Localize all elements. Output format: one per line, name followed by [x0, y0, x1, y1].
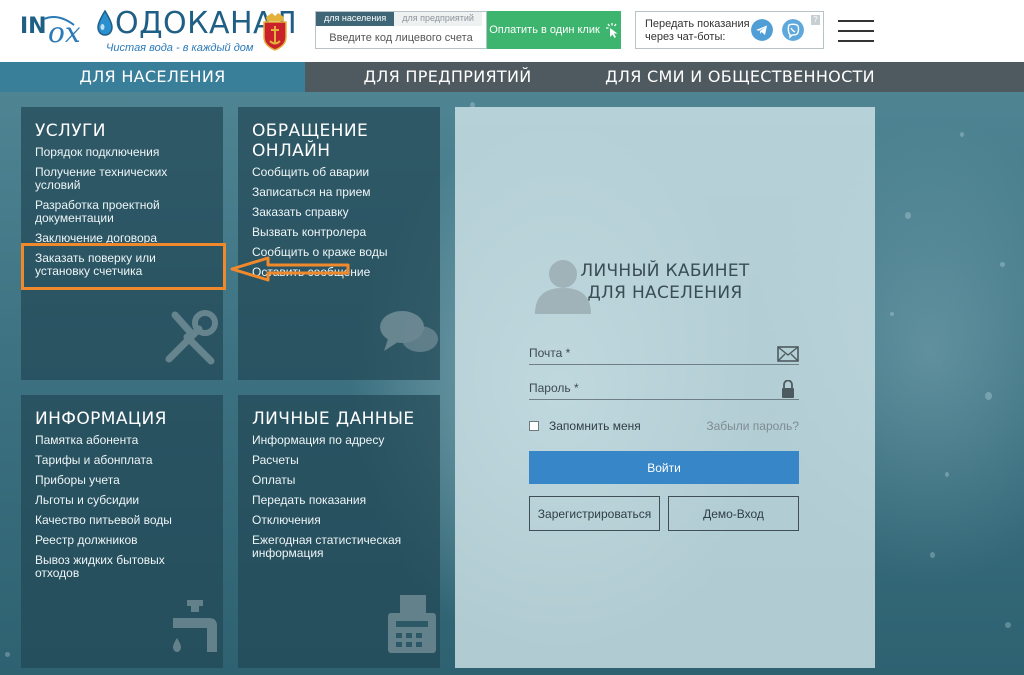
- water-drop-icon: [97, 10, 113, 36]
- chat-bots-text: Передать показания через чат-боты:: [645, 18, 750, 43]
- online-item[interactable]: Вызвать контролера: [252, 226, 426, 239]
- info-item[interactable]: Тарифы и абонплата: [35, 454, 209, 467]
- arrow-left-icon: [230, 256, 350, 282]
- services-item[interactable]: Разработка проектной документации: [35, 199, 209, 225]
- personal-title: ЛИЧНЫЕ ДАННЫЕ: [252, 409, 415, 429]
- login-title-line2: ДЛЯ НАСЕЛЕНИЯ: [587, 283, 743, 303]
- online-title: ОБРАЩЕНИЕ ОНЛАЙН: [252, 121, 369, 161]
- remember-checkbox[interactable]: [529, 421, 539, 431]
- lock-icon: [782, 380, 794, 398]
- email-field: [529, 343, 799, 365]
- personal-panel: ЛИЧНЫЕ ДАННЫЕ Информация по адресу Расче…: [238, 395, 440, 668]
- tab-population[interactable]: для населения: [316, 12, 395, 26]
- personal-item[interactable]: Отключения: [252, 514, 426, 527]
- info-item[interactable]: Реестр должников: [35, 534, 209, 547]
- fax-machine-icon: [388, 595, 436, 653]
- personal-item[interactable]: Ежегодная статистическая информация: [252, 534, 426, 560]
- online-panel: ОБРАЩЕНИЕ ОНЛАЙН Сообщить об аварии Запи…: [238, 107, 440, 380]
- online-item[interactable]: Заказать справку: [252, 206, 426, 219]
- services-item[interactable]: Получение технических условий: [35, 166, 209, 192]
- info-item[interactable]: Приборы учета: [35, 474, 209, 487]
- info-panel: ИНФОРМАЦИЯ Памятка абонента Тарифы и або…: [21, 395, 223, 668]
- site-header: IN ox ОДОКАНАЛ Чистая вода - в каждый до…: [0, 0, 1024, 62]
- register-button[interactable]: Зарегистрироваться: [529, 496, 660, 531]
- menu-burger-icon[interactable]: [838, 20, 874, 42]
- highlight-box: [21, 243, 226, 290]
- personal-list: Информация по адресу Расчеты Оплаты Пере…: [252, 434, 426, 560]
- services-item[interactable]: Порядок подключения: [35, 146, 209, 159]
- personal-item[interactable]: Расчеты: [252, 454, 426, 467]
- envelope-icon: [777, 346, 799, 362]
- personal-item[interactable]: Передать показания: [252, 494, 426, 507]
- nav-population[interactable]: ДЛЯ НАСЕЛЕНИЯ: [0, 62, 305, 92]
- chat-bots-help-icon[interactable]: ?: [811, 15, 820, 25]
- info-item[interactable]: Вывоз жидких бытовых отходов: [35, 554, 209, 580]
- password-input[interactable]: [529, 378, 759, 398]
- nav-media[interactable]: ДЛЯ СМИ И ОБЩЕСТВЕННОСТИ: [590, 62, 890, 92]
- login-title: ЛИЧНЫЙ КАБИНЕТ ДЛЯ НАСЕЛЕНИЯ: [565, 260, 765, 304]
- remember-label: Запомнить меня: [549, 419, 641, 433]
- logo-tagline: Чистая вода - в каждый дом: [106, 42, 254, 54]
- info-item[interactable]: Льготы и субсидии: [35, 494, 209, 507]
- tools-icon: [165, 310, 218, 365]
- online-item[interactable]: Записаться на прием: [252, 186, 426, 199]
- city-crest-icon: [263, 13, 287, 51]
- chat-bubbles-icon: [380, 311, 438, 352]
- services-title: УСЛУГИ: [35, 121, 106, 141]
- login-title-line1: ЛИЧНЫЙ КАБИНЕТ: [580, 261, 750, 281]
- svg-text:ox: ox: [48, 16, 80, 49]
- personal-item[interactable]: Информация по адресу: [252, 434, 426, 447]
- viber-icon[interactable]: [782, 19, 804, 41]
- password-field: [529, 378, 799, 400]
- login-button[interactable]: Войти: [529, 451, 799, 484]
- svg-text:IN: IN: [20, 14, 47, 39]
- info-list: Памятка абонента Тарифы и абонплата Приб…: [35, 434, 209, 580]
- account-lookup: для населения для предприятий: [315, 11, 487, 49]
- tab-business[interactable]: для предприятий: [394, 12, 482, 26]
- personal-item[interactable]: Оплаты: [252, 474, 426, 487]
- telegram-icon[interactable]: [751, 19, 773, 41]
- pay-one-click-button[interactable]: Оплатить в один клик: [487, 11, 621, 49]
- online-item[interactable]: Сообщить об аварии: [252, 166, 426, 179]
- chat-bots-box: Передать показания через чат-боты: ?: [635, 11, 824, 49]
- infox-logo-icon[interactable]: IN ox: [18, 9, 80, 49]
- account-tabs: для населения для предприятий: [316, 12, 486, 26]
- email-input[interactable]: [529, 343, 759, 363]
- login-card: ЛИЧНЫЙ КАБИНЕТ ДЛЯ НАСЕЛЕНИЯ Запомнить м…: [455, 107, 875, 668]
- forgot-password-link[interactable]: Забыли пароль?: [706, 419, 799, 433]
- info-title: ИНФОРМАЦИЯ: [35, 409, 167, 429]
- info-item[interactable]: Качество питьевой воды: [35, 514, 209, 527]
- click-cursor-icon: [605, 23, 618, 38]
- account-code-input[interactable]: [316, 27, 486, 48]
- pay-button-label: Оплатить в один клик: [489, 24, 600, 36]
- main-nav: ДЛЯ НАСЕЛЕНИЯ ДЛЯ ПРЕДПРИЯТИЙ ДЛЯ СМИ И …: [0, 62, 1024, 92]
- water-tap-icon: [173, 600, 217, 652]
- demo-login-button[interactable]: Демо-Вход: [668, 496, 799, 531]
- remember-me[interactable]: Запомнить меня: [529, 419, 641, 433]
- info-item[interactable]: Памятка абонента: [35, 434, 209, 447]
- nav-business[interactable]: ДЛЯ ПРЕДПРИЯТИЙ: [305, 62, 590, 92]
